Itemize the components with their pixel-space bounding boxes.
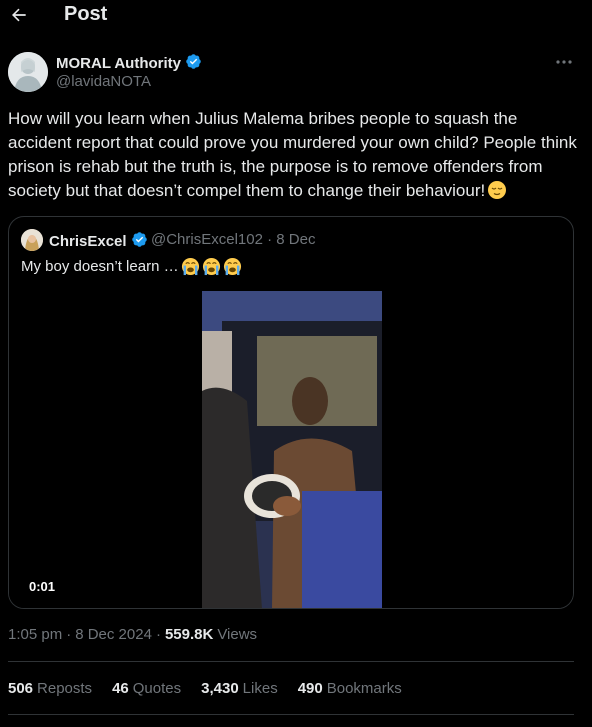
verified-badge-icon bbox=[185, 53, 202, 74]
video-duration: 0:01 bbox=[23, 578, 62, 595]
quotes-count: 46 bbox=[112, 680, 129, 697]
reposts-stat[interactable]: 506 Reposts bbox=[8, 680, 92, 697]
loudly-crying-face-emoji-icon bbox=[223, 257, 242, 276]
more-options-icon[interactable] bbox=[553, 54, 575, 70]
back-arrow-icon[interactable] bbox=[8, 4, 30, 26]
quoted-text-body: My boy doesn’t learn … bbox=[21, 258, 179, 275]
quotes-label: Quotes bbox=[132, 680, 182, 697]
quoted-date: 8 Dec bbox=[276, 231, 316, 248]
verified-badge-icon bbox=[131, 231, 148, 252]
quoted-text: My boy doesn’t learn … bbox=[21, 257, 242, 276]
quoted-author-handle: @ChrisExcel102 · 8 Dec bbox=[151, 231, 315, 248]
video-thumbnail[interactable] bbox=[202, 291, 382, 608]
author-handle[interactable]: @lavidaNOTA bbox=[56, 73, 151, 90]
reposts-count: 506 bbox=[8, 680, 34, 697]
likes-label: Likes bbox=[242, 680, 278, 697]
author-name[interactable]: MORAL Authority bbox=[56, 53, 202, 74]
author-name-text: MORAL Authority bbox=[56, 55, 181, 72]
quoted-handle-text: @ChrisExcel102 bbox=[151, 231, 263, 248]
bookmarks-label: Bookmarks bbox=[326, 680, 402, 697]
post-date[interactable]: 8 Dec 2024 bbox=[75, 626, 152, 643]
relieved-face-emoji-icon bbox=[487, 180, 507, 200]
engagement-stats: 506 Reposts 46 Quotes 3,430 Likes 490 Bo… bbox=[8, 680, 402, 697]
quoted-post[interactable]: ChrisExcel @ChrisExcel102 · 8 Dec My boy… bbox=[8, 216, 574, 609]
post-time[interactable]: 1:05 pm bbox=[8, 626, 62, 643]
views-count: 559.8K bbox=[164, 626, 214, 643]
video-player[interactable]: 0:01 bbox=[9, 291, 573, 608]
loudly-crying-face-emoji-icon bbox=[202, 257, 221, 276]
likes-count: 3,430 bbox=[201, 680, 239, 697]
reposts-label: Reposts bbox=[37, 680, 93, 697]
bookmarks-count: 490 bbox=[297, 680, 323, 697]
bookmarks-stat[interactable]: 490 Bookmarks bbox=[298, 680, 402, 697]
quoted-separator: · bbox=[267, 231, 273, 248]
views-label: Views bbox=[217, 626, 258, 643]
tweet-text: How will you learn when Julius Malema br… bbox=[8, 107, 584, 203]
likes-stat[interactable]: 3,430 Likes bbox=[201, 680, 278, 697]
loudly-crying-face-emoji-icon bbox=[181, 257, 200, 276]
quoted-author-name-text: ChrisExcel bbox=[49, 233, 127, 250]
quoted-author-name: ChrisExcel bbox=[49, 231, 148, 252]
avatar[interactable] bbox=[8, 52, 48, 92]
quotes-stat[interactable]: 46 Quotes bbox=[112, 680, 181, 697]
meta-separator: · bbox=[155, 626, 161, 643]
meta-separator: · bbox=[66, 626, 72, 643]
divider bbox=[8, 714, 574, 715]
quoted-avatar bbox=[21, 229, 43, 251]
page-header: Post bbox=[0, 0, 592, 30]
post-metadata: 1:05 pm · 8 Dec 2024 · 559.8K Views bbox=[8, 626, 257, 643]
divider bbox=[8, 661, 574, 662]
page-title: Post bbox=[64, 3, 108, 25]
